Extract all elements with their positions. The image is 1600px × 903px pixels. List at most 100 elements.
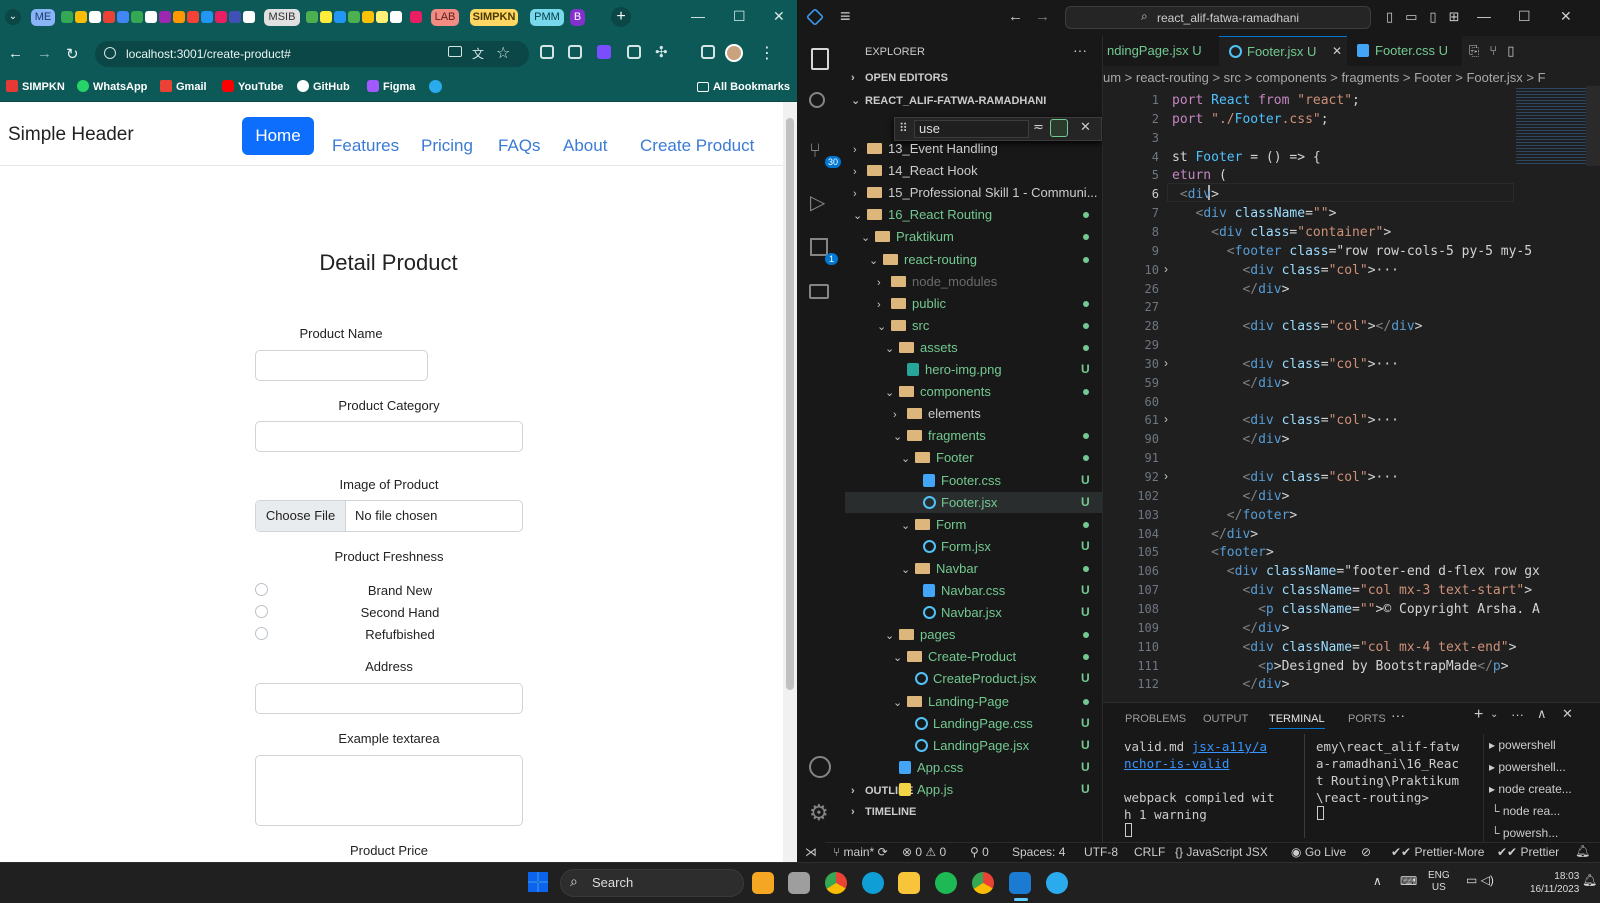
tab-favicon-16[interactable] [320,11,332,23]
reader-extension-icon[interactable] [568,45,582,59]
bookmark-github[interactable]: GitHub [297,79,350,95]
terminal-dropdown-icon[interactable]: ⌄ [1490,709,1498,720]
nav-faqs[interactable]: FAQs [498,136,541,156]
site-info-icon[interactable] [104,47,116,59]
tab-favicon-9[interactable] [173,11,185,23]
terminal-instance[interactable]: └ node rea... [1491,804,1599,818]
tree-folder[interactable]: ⌄ src [877,315,929,336]
tree-folder[interactable]: ⌄ Praktikum [861,226,954,247]
tab-search-icon[interactable]: ⌄ [5,9,21,25]
tree-folder[interactable]: › elements [893,403,981,424]
tree-file[interactable]: Navbar.jsx [909,602,1002,623]
terminal-left[interactable]: valid.md jsx-a11y/a nchor-is-valid webpack… [1124,738,1304,838]
tree-file[interactable]: LandingPage.jsx [901,735,1029,756]
maximize-icon[interactable]: ☐ [733,8,746,25]
vscode-taskbar-icon[interactable] [1009,872,1031,894]
image-file-input[interactable]: Choose File No file chosen [255,500,523,532]
tree-folder[interactable]: ⌄ 16_React Routing [853,204,992,225]
tab-group-pmm[interactable]: PMM [530,9,564,26]
language-status[interactable]: {} JavaScript JSX [1175,845,1268,859]
tray-chevron-icon[interactable]: ∧ [1373,874,1382,888]
nav-create-product[interactable]: Create Product [640,136,754,156]
address-input[interactable] [255,683,523,714]
fold-chevron-icon[interactable]: › [1164,469,1168,483]
panel-tab-ports[interactable]: PORTS [1348,713,1386,725]
panel-options-icon[interactable]: ··· [1511,707,1524,722]
tab-footer-css[interactable]: Footer.css U [1347,36,1462,66]
code-line[interactable]: <div> [1172,185,1219,204]
profile-avatar[interactable] [725,44,743,62]
scrollbar-thumb[interactable] [786,118,794,690]
tab-favicon-5[interactable] [117,11,129,23]
nav-forward-icon[interactable]: → [1035,8,1050,25]
prettier-more-status[interactable]: ✔✔ Prettier-More [1391,845,1484,859]
code-line[interactable]: </div> [1172,619,1289,638]
nav-back-icon[interactable]: ← [1008,8,1023,25]
tree-file[interactable]: Navbar.css [909,580,1005,601]
widgets-icon[interactable] [752,872,774,894]
find-drag-icon[interactable]: ⠿ [899,121,908,135]
task-view-icon[interactable] [788,872,810,894]
copy-extension-icon[interactable] [627,45,641,59]
taskbar-search[interactable] [560,869,744,897]
bookmark-star-icon[interactable]: ☆ [496,43,510,63]
code-line[interactable]: port "./Footer.css"; [1172,110,1329,129]
tab-favicon-8[interactable] [159,11,171,23]
open-editors-header[interactable]: › OPEN EDITORS [851,72,948,84]
tab-favicon-19[interactable] [362,11,374,23]
explorer-files-icon[interactable] [811,48,829,70]
code-line[interactable]: </div> [1172,525,1258,544]
code-line[interactable]: <div class="col">··· [1172,261,1399,280]
code-line[interactable]: <p>Designed by BootstrapMade</p> [1172,657,1508,676]
tree-file[interactable]: hero-img.png [893,359,1002,380]
tab-group-b[interactable]: B [570,9,585,26]
tree-file[interactable]: LandingPage.css [901,713,1033,734]
network-volume-icons[interactable]: ▭ ◁) [1466,873,1494,887]
purple-extension-icon[interactable] [597,45,611,59]
code-line[interactable]: <div class="col">··· [1172,355,1399,374]
code-line[interactable]: <div className="col mx-4 text-end"> [1172,638,1516,657]
radio-brand-new[interactable] [255,583,268,596]
notifications-bell-icon[interactable]: 🔔︎ [1575,844,1590,858]
tree-folder[interactable]: › 13_Event Handling [853,138,998,159]
tab-favicon-21[interactable] [390,11,402,23]
tab-footer-jsx[interactable]: Footer.jsx U [1219,36,1347,66]
forward-icon[interactable]: → [37,45,52,62]
workspace-root-header[interactable]: ⌄ REACT_ALIF-FATWA-RAMADHANI [851,94,1046,107]
tree-folder[interactable]: › 15_Professional Skill 1 - Communi... [853,182,1098,203]
example-textarea[interactable] [255,755,523,826]
code-line[interactable]: <div className="footer-end d-flex row gx [1172,562,1540,581]
bookmark-gmail[interactable]: Gmail [160,79,207,95]
explorer-more-icon[interactable]: ··· [1073,42,1087,58]
tab-favicon-12[interactable] [215,11,227,23]
code-line[interactable]: </div> [1172,675,1289,694]
code-line[interactable]: <div className="col mx-3 text-start"> [1172,581,1532,600]
code-line[interactable]: </footer> [1172,506,1297,525]
tree-file[interactable]: CreateProduct.jsx [901,668,1036,689]
tab-favicon-4[interactable] [103,11,115,23]
menu-hamburger-icon[interactable]: ≡ [840,6,851,27]
tree-folder[interactable]: ⌄ Navbar [901,558,978,579]
remote-indicator[interactable]: ⋊ [797,842,825,862]
bookmark-simpkn[interactable]: SIMPKN [6,79,65,95]
bookmark-figma[interactable]: Figma [367,79,415,95]
reload-icon[interactable]: ↻ [66,45,79,63]
eol-status[interactable]: CRLF [1134,845,1165,859]
tab-group-simpkn[interactable]: SIMPKN [470,9,518,26]
accounts-icon[interactable] [809,756,831,778]
source-control-icon[interactable]: ⑂ [809,140,821,163]
terminal-right[interactable]: emy\react_alif-fatw a-ramadhani\16_Reac t … [1316,738,1486,838]
tree-folder[interactable]: ⌄ assets [885,337,958,358]
find-close-icon[interactable]: ✕ [1080,119,1091,135]
search-icon[interactable] [809,92,825,108]
minimap[interactable] [1516,86,1586,166]
find-input[interactable]: use [914,120,1029,138]
tree-file[interactable]: Footer.css [909,470,1001,491]
code-line[interactable]: <div class="container"> [1172,223,1391,242]
tree-file[interactable]: App.css [885,757,963,778]
close-window-icon[interactable]: ✕ [773,8,785,25]
notification-icon[interactable]: 🔔︎ [1582,873,1597,887]
language-indicator[interactable]: ENG US [1428,870,1450,894]
tree-folder[interactable]: › public [877,293,946,314]
vs-minimize-icon[interactable]: — [1477,8,1491,24]
